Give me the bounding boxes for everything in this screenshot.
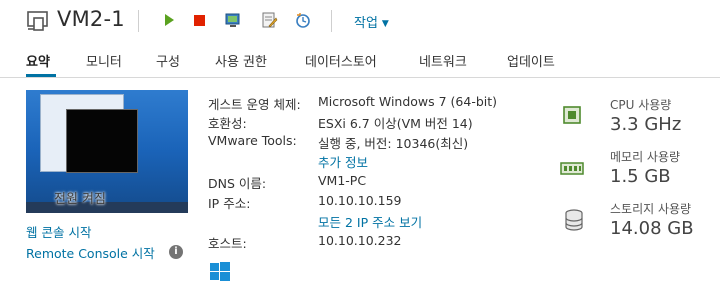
storage-icon <box>565 209 583 231</box>
cpu-usage-label: CPU 사용량 <box>610 98 672 112</box>
storage-usage-label: 스토리지 사용량 <box>610 202 692 216</box>
edit-settings-icon[interactable] <box>260 11 278 29</box>
host-value: 10.10.10.232 <box>318 233 402 248</box>
chevron-down-icon: ▼ <box>381 19 389 29</box>
vmware-tools-value: 실행 중, 버전: 10346(최신) <box>318 136 469 151</box>
console-thumbnail[interactable]: 전원 켜짐 <box>26 90 188 213</box>
guest-os-label: 게스트 운영 체제: <box>208 97 301 112</box>
snapshot-icon[interactable] <box>294 11 312 29</box>
power-on-icon[interactable] <box>160 11 178 29</box>
view-all-ips-link[interactable]: 모든 2 IP 주소 보기 <box>318 212 422 231</box>
more-info-link[interactable]: 추가 정보 <box>318 152 368 171</box>
host-label: 호스트: <box>208 236 247 251</box>
ip-address-value: 10.10.10.159 <box>318 193 402 208</box>
guest-os-value: Microsoft Windows 7 (64-bit) <box>318 94 498 109</box>
dns-name-label: DNS 이름: <box>208 176 267 191</box>
dns-name-value: VM1-PC <box>318 173 367 188</box>
tab-summary[interactable]: 요약 <box>26 51 50 70</box>
desktop-taskbar <box>26 202 188 213</box>
vm-icon <box>27 11 48 31</box>
memory-usage-value: 1.5 GB <box>610 166 671 187</box>
tab-updates[interactable]: 업데이트 <box>507 51 555 70</box>
vmware-tools-label: VMware Tools: <box>208 133 297 148</box>
actions-menu[interactable]: 작업 ▼ <box>354 12 389 31</box>
power-off-icon[interactable] <box>190 11 208 29</box>
cpu-icon <box>563 106 581 124</box>
active-tab-indicator <box>26 74 56 77</box>
toolbar-separator <box>331 10 332 32</box>
toolbar-separator <box>138 10 139 32</box>
actions-menu-label: 작업 <box>354 16 378 31</box>
tab-monitor[interactable]: 모니터 <box>86 51 122 70</box>
windows-logo-icon <box>210 262 230 281</box>
tab-configure[interactable]: 구성 <box>156 51 180 70</box>
memory-usage-label: 메모리 사용량 <box>610 150 681 164</box>
desktop-terminal <box>66 109 138 173</box>
storage-usage-value: 14.08 GB <box>610 218 694 239</box>
cpu-usage-value: 3.3 GHz <box>610 114 682 135</box>
tab-permissions[interactable]: 사용 권한 <box>215 51 267 70</box>
tab-networks[interactable]: 네트워크 <box>419 51 467 70</box>
tab-divider <box>0 77 720 78</box>
launch-console-icon[interactable] <box>224 11 242 29</box>
vm-title: VM2-1 <box>57 7 125 31</box>
compatibility-label: 호환성: <box>208 116 247 131</box>
info-icon[interactable]: i <box>169 245 183 259</box>
memory-icon <box>560 162 584 175</box>
power-state-overlay: 전원 켜짐 <box>54 192 106 207</box>
ip-address-label: IP 주소: <box>208 196 251 211</box>
launch-web-console-link[interactable]: 웹 콘솔 시작 <box>26 222 91 241</box>
tab-datastores[interactable]: 데이터스토어 <box>305 51 377 70</box>
launch-remote-console-link[interactable]: Remote Console 시작 <box>26 243 155 262</box>
compatibility-value: ESXi 6.7 이상(VM 버전 14) <box>318 116 473 131</box>
